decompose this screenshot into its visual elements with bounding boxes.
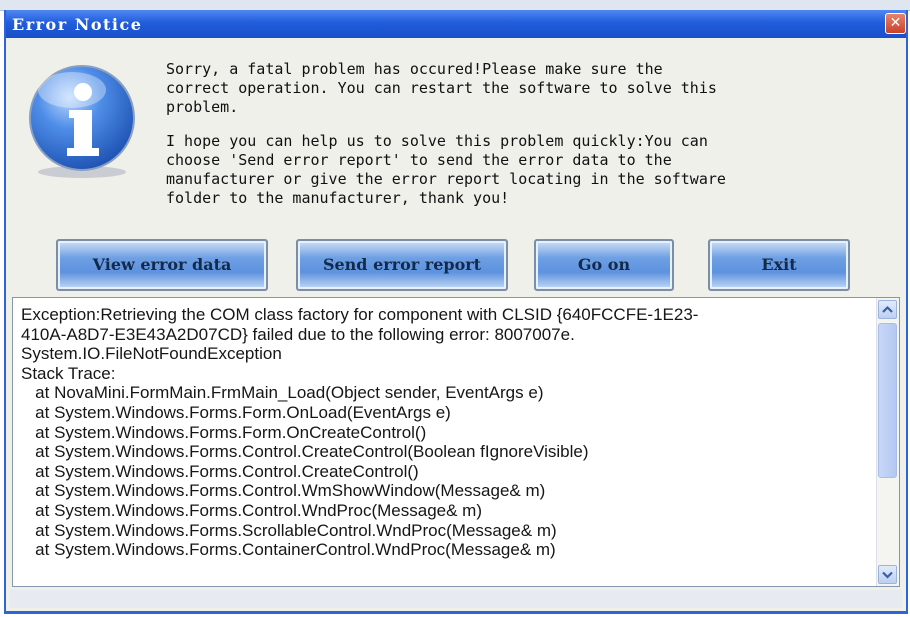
window-title: Error Notice (12, 15, 143, 34)
log-line: at System.Windows.Forms.Form.OnCreateCon… (21, 422, 427, 442)
log-line: Exception:Retrieving the COM class facto… (21, 305, 699, 324)
view-error-data-button[interactable]: View error data (56, 239, 268, 291)
scroll-down-button[interactable] (878, 565, 897, 584)
log-line: 410A-A8D7-E3E43A2D07CD} failed due to th… (21, 324, 575, 344)
chevron-down-icon (882, 571, 893, 579)
scroll-thumb[interactable] (878, 323, 897, 478)
log-line: at System.Windows.Forms.ContainerControl… (21, 540, 556, 560)
log-line: at System.Windows.Forms.Control.WmShowWi… (21, 481, 546, 501)
close-button[interactable]: ✕ (885, 13, 906, 34)
log-line: at System.Windows.Forms.Control.CreateCo… (21, 461, 419, 481)
chevron-up-icon (882, 305, 893, 313)
log-line: Stack Trace: (21, 363, 116, 383)
go-on-button[interactable]: Go on (534, 239, 674, 291)
error-message: Sorry, a fatal problem has occured!Pleas… (166, 60, 886, 223)
log-line: at System.Windows.Forms.ScrollableContro… (21, 520, 557, 540)
info-icon (22, 60, 142, 184)
log-line: at System.Windows.Forms.Control.WndProc(… (21, 500, 483, 520)
exit-button[interactable]: Exit (708, 239, 850, 291)
error-notice-dialog: Error Notice ✕ Sorry, a fatal problem ha… (4, 10, 908, 614)
log-line: at NovaMini.FormMain.FrmMain_Load(Object… (21, 383, 544, 403)
log-line: System.IO.FileNotFoundException (21, 344, 282, 364)
log-line: at System.Windows.Forms.Form.OnLoad(Even… (21, 402, 451, 422)
log-scrollbar[interactable] (876, 298, 899, 586)
error-log-text: Exception:Retrieving the COM class facto… (21, 305, 871, 560)
message-paragraph-2: I hope you can help us to solve this pro… (166, 132, 726, 207)
error-log-textbox[interactable]: Exception:Retrieving the COM class facto… (12, 297, 900, 587)
scroll-up-button[interactable] (878, 300, 897, 319)
title-bar[interactable]: Error Notice ✕ (6, 10, 906, 38)
message-paragraph-1: Sorry, a fatal problem has occured!Pleas… (166, 60, 717, 116)
send-error-report-button[interactable]: Send error report (296, 239, 508, 291)
log-line: at System.Windows.Forms.Control.CreateCo… (21, 442, 589, 462)
dialog-footer (10, 590, 902, 608)
